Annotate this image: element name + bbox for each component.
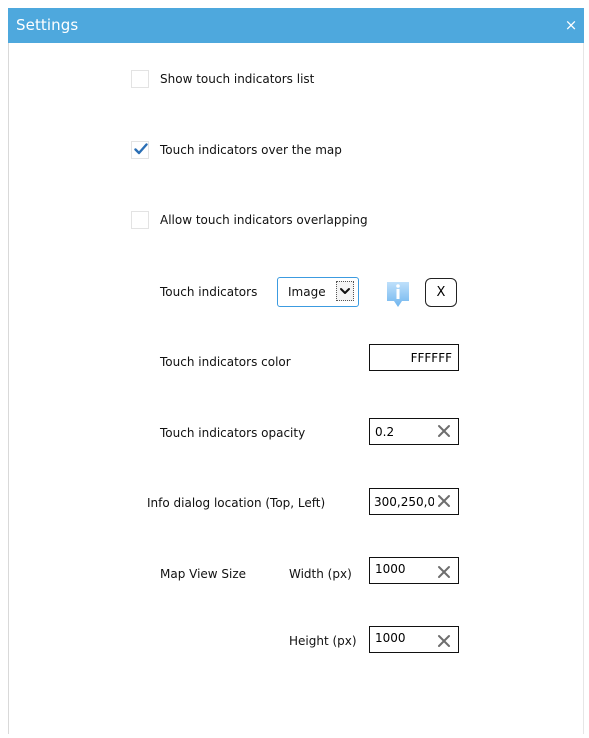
map-view-height-value: 1000 — [375, 631, 406, 645]
touch-indicators-over-map-row[interactable]: Touch indicators over the map — [131, 140, 342, 160]
touch-indicators-color-value: FFFFFF — [410, 351, 452, 365]
touch-indicators-color-field[interactable]: FFFFFF — [369, 344, 459, 371]
clear-icon[interactable] — [436, 633, 452, 649]
settings-window — [8, 8, 584, 734]
show-touch-indicators-list-label: Show touch indicators list — [160, 72, 315, 86]
map-view-height-field[interactable]: 1000 — [369, 626, 459, 653]
info-dialog-location-field[interactable]: 300,250,0 — [369, 488, 459, 515]
info-icon[interactable] — [386, 281, 410, 308]
info-dialog-location-label: Info dialog location (Top, Left) — [147, 496, 326, 510]
allow-touch-indicators-overlapping-row[interactable]: Allow touch indicators overlapping — [131, 210, 368, 230]
touch-indicators-select-value: Image — [288, 285, 326, 299]
allow-touch-indicators-overlapping-checkbox[interactable] — [131, 211, 149, 229]
close-icon[interactable]: × — [562, 16, 580, 34]
map-view-height-label: Height (px) — [289, 634, 357, 648]
clear-icon[interactable] — [436, 564, 452, 580]
clear-icon[interactable] — [436, 493, 452, 509]
checkmark-icon — [134, 143, 148, 155]
touch-indicators-opacity-label: Touch indicators opacity — [160, 426, 306, 440]
show-touch-indicators-list-row[interactable]: Show touch indicators list — [131, 69, 314, 89]
map-view-size-label: Map View Size — [160, 567, 247, 581]
clear-icon[interactable] — [436, 423, 452, 439]
map-view-width-label: Width (px) — [289, 567, 352, 581]
info-dialog-location-value: 300,250,0 — [374, 495, 434, 509]
map-view-width-value: 1000 — [375, 562, 406, 576]
touch-indicators-label: Touch indicators — [160, 285, 258, 299]
touch-indicators-over-map-label: Touch indicators over the map — [160, 143, 342, 157]
touch-indicators-select[interactable]: Image — [277, 277, 359, 307]
touch-indicators-opacity-field[interactable]: 0.2 — [369, 418, 459, 445]
clear-touch-indicator-button[interactable]: X — [425, 278, 457, 307]
show-touch-indicators-list-checkbox[interactable] — [131, 70, 149, 88]
touch-indicators-over-map-checkbox[interactable] — [131, 141, 149, 159]
touch-indicators-opacity-value: 0.2 — [375, 425, 395, 439]
title-bar: Settings × — [8, 8, 584, 43]
chevron-down-icon[interactable] — [336, 281, 354, 301]
allow-touch-indicators-overlapping-label: Allow touch indicators overlapping — [160, 213, 368, 227]
window-title: Settings — [16, 16, 79, 34]
touch-indicators-color-label: Touch indicators color — [160, 355, 291, 369]
map-view-width-field[interactable]: 1000 — [369, 557, 459, 584]
